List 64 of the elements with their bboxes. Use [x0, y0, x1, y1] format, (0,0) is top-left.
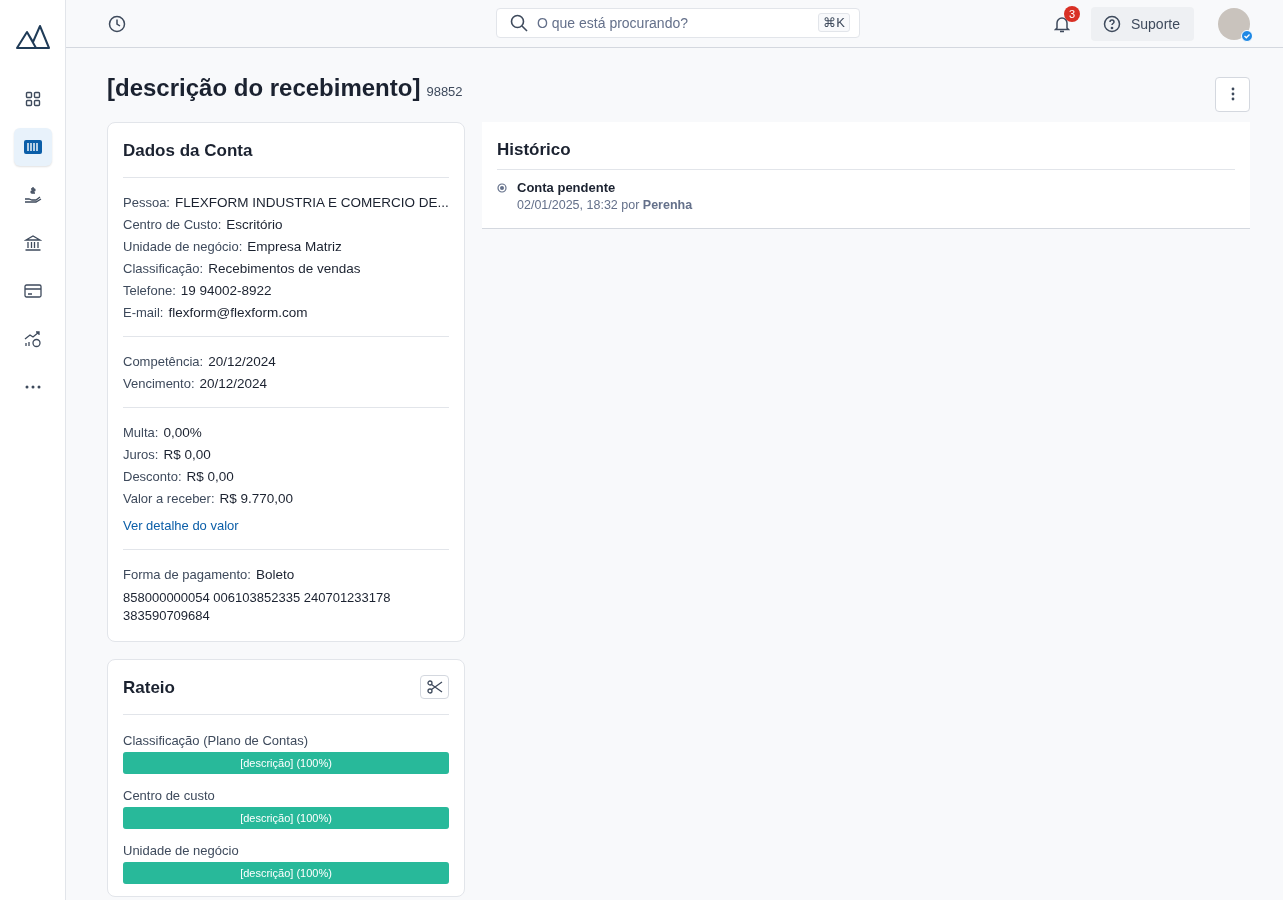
field-value: Boleto [255, 567, 295, 582]
field-value: flexform@flexform.com [168, 305, 308, 320]
field-value: 19 94002-8922 [180, 283, 272, 298]
card-title: Histórico [497, 122, 1235, 170]
more-icon [24, 385, 41, 389]
clock-icon[interactable] [108, 14, 126, 33]
field-value: R$ 0,00 [186, 469, 234, 484]
allocation-bar-text: [descrição] (100%) [240, 757, 332, 769]
credit-card-icon [23, 284, 42, 298]
allocation-bar-text: [descrição] (100%) [240, 812, 332, 824]
bank-icon [23, 234, 42, 252]
field-value: 20/12/2024 [208, 354, 276, 369]
field-value: 20/12/2024 [199, 376, 268, 391]
field-label: Forma de pagamento: [123, 567, 251, 582]
field-label: Pessoa: [123, 195, 170, 210]
field-value: Empresa Matriz [247, 239, 342, 254]
field-label: Telefone: [123, 283, 176, 298]
shortcut-hint: ⌘K [818, 13, 850, 32]
mountain-logo-icon [15, 24, 50, 50]
field-label: Centro de Custo: [123, 217, 222, 232]
sidebar-nav-button[interactable] [13, 128, 52, 166]
field-label: Juros: [123, 447, 159, 462]
value-detail-link[interactable]: Ver detalhe do valor [123, 518, 449, 533]
field-label: Competência: [123, 354, 204, 369]
notification-badge: 3 [1063, 5, 1080, 22]
search-icon [510, 14, 528, 32]
scissors-icon [426, 680, 443, 694]
vertical-dots-icon [1230, 87, 1235, 101]
split-button[interactable] [420, 675, 449, 699]
page-title: [descrição do recebimento] [107, 74, 421, 102]
chart-coin-icon [23, 330, 42, 348]
avatar[interactable] [1218, 7, 1250, 40]
support-button[interactable]: Suporte [1090, 6, 1194, 41]
field-label: E-mail: [123, 305, 164, 320]
field-value: R$ 0,00 [163, 447, 211, 462]
field-label: Vencimento: [123, 376, 195, 391]
card-title: Rateio [123, 677, 175, 699]
hand-coin-icon [23, 186, 42, 204]
barcode-icon [23, 140, 42, 154]
record-number: 98852 [426, 84, 463, 99]
field-label: Valor a receber: [123, 491, 215, 506]
timeline-dot-icon [497, 183, 507, 193]
barcode-number: 858000000054 006103852335 240701233178 383590709684 [123, 589, 392, 625]
field-value: 0,00% [163, 425, 202, 440]
allocation-label: Unidade de negócio [123, 843, 240, 858]
field-value: Escritório [226, 217, 283, 232]
field-value: Recebimentos de vendas [208, 261, 361, 276]
card-title: Dados da Conta [123, 123, 449, 178]
field-label: Classificação: [123, 261, 204, 276]
bell-icon[interactable] [1053, 14, 1070, 33]
verified-icon [1241, 29, 1253, 42]
event-user: Perenha [642, 198, 693, 212]
field-label: Multa: [123, 425, 159, 440]
allocation-label: Classificação (Plano de Contas) [123, 733, 309, 748]
field-value: FLEXFORM INDUSTRIA E COMERCIO DE... [175, 195, 449, 210]
field-value: R$ 9.770,00 [219, 491, 294, 506]
allocation-bar-text: [descrição] (100%) [240, 867, 332, 879]
field-label: Unidade de negócio: [123, 239, 243, 254]
event-title: Conta pendente [517, 180, 617, 195]
grid-icon [24, 91, 41, 107]
allocation-label: Centro de custo [123, 788, 216, 803]
help-icon [1102, 14, 1121, 33]
field-label: Desconto: [123, 469, 182, 484]
event-date: 02/01/2025, 18:32 por [517, 198, 640, 212]
